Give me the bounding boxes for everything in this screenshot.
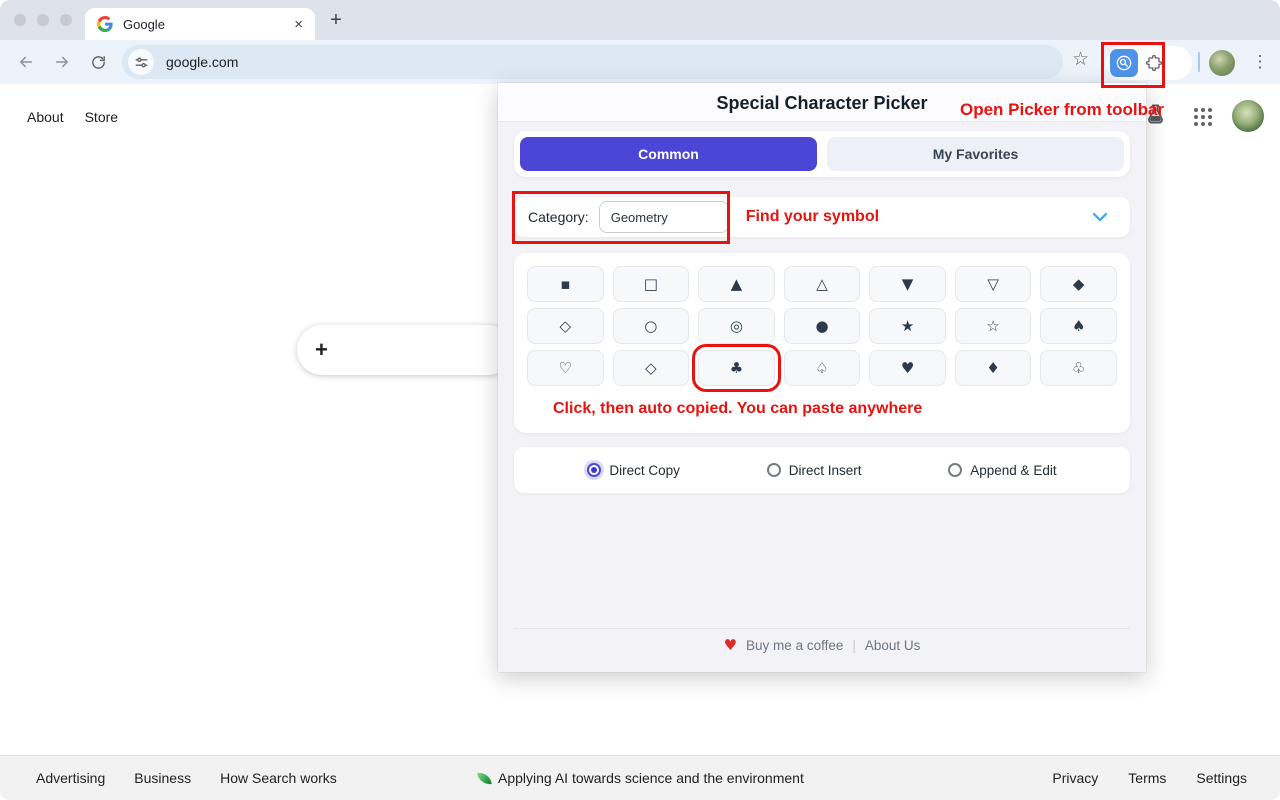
site-settings-icon[interactable]	[128, 49, 154, 75]
mode-direct-copy-label: Direct Copy	[609, 463, 680, 478]
symbol-button-club-highlighted[interactable]: ♣	[698, 350, 775, 386]
character-picker-popup: Special Character Picker Common My Favor…	[498, 83, 1146, 672]
business-link[interactable]: Business	[134, 770, 191, 786]
toolbar-divider	[1198, 52, 1200, 72]
footer-left-links: Advertising Business How Search works	[36, 770, 337, 786]
browser-window: Google × + google.com ☆	[0, 0, 1280, 800]
google-favicon	[97, 16, 113, 32]
mode-direct-insert-label: Direct Insert	[789, 463, 862, 478]
symbol-button[interactable]: ♠	[1040, 308, 1117, 344]
popup-tabs: Common My Favorites	[514, 131, 1130, 177]
symbol-button[interactable]: ▼	[869, 266, 946, 302]
page-top-nav: About Store	[27, 109, 118, 125]
climate-text[interactable]: Applying AI towards science and the envi…	[498, 770, 804, 786]
address-bar[interactable]: google.com	[122, 45, 1063, 79]
zoom-window-button[interactable]	[60, 14, 72, 26]
about-link[interactable]: About	[27, 109, 64, 125]
mode-append-edit-label: Append & Edit	[970, 463, 1056, 478]
buy-coffee-link[interactable]: Buy me a coffee	[746, 638, 843, 653]
symbol-button[interactable]: ♡	[527, 350, 604, 386]
symbol-button[interactable]: ♦	[955, 350, 1032, 386]
browser-profile-avatar[interactable]	[1209, 50, 1235, 76]
symbol-grid-card: ▪ □ ▲ △ ▼ ▽ ◆ ◇ ○ ◎ ● ★ ☆ ♠ ♡ ◇ ♣ ♤ ♥ ♦	[514, 253, 1130, 433]
symbol-button[interactable]: ▲	[698, 266, 775, 302]
chevron-down-icon[interactable]	[1092, 212, 1108, 222]
macos-traffic-lights	[14, 14, 72, 26]
symbol-button[interactable]: ♥	[869, 350, 946, 386]
mode-direct-copy[interactable]: Direct Copy	[587, 463, 680, 478]
settings-link[interactable]: Settings	[1196, 770, 1247, 786]
annotation-box-category	[512, 191, 730, 244]
tab-title: Google	[123, 17, 165, 32]
radio-append-edit[interactable]	[948, 463, 962, 477]
reload-icon[interactable]	[86, 50, 110, 74]
tab-close-icon[interactable]: ×	[294, 17, 303, 32]
symbol-button[interactable]: △	[784, 266, 861, 302]
forward-icon[interactable]	[50, 50, 74, 74]
tab-my-favorites[interactable]: My Favorites	[827, 137, 1124, 171]
popup-footer: ♥ Buy me a coffee | About Us	[498, 636, 1146, 654]
popup-footer-divider	[514, 628, 1130, 629]
symbol-button[interactable]: ○	[613, 308, 690, 344]
footer-climate-link[interactable]: Applying AI towards science and the envi…	[478, 770, 804, 786]
google-footer: Advertising Business How Search works Ap…	[0, 755, 1280, 800]
search-box[interactable]: +	[297, 325, 513, 375]
search-plus-icon[interactable]: +	[315, 339, 328, 361]
footer-right-links: Privacy Terms Settings	[1052, 770, 1247, 786]
about-us-link[interactable]: About Us	[865, 638, 921, 653]
url-text[interactable]: google.com	[166, 54, 238, 70]
minimize-window-button[interactable]	[37, 14, 49, 26]
symbol-button[interactable]: ♤	[784, 350, 861, 386]
paste-mode-bar: Direct Copy Direct Insert Append & Edit	[514, 447, 1130, 493]
tab-common[interactable]: Common	[520, 137, 817, 171]
mode-append-edit[interactable]: Append & Edit	[948, 463, 1056, 478]
mode-direct-insert[interactable]: Direct Insert	[767, 463, 862, 478]
google-account-avatar[interactable]	[1232, 100, 1264, 132]
symbol-button[interactable]: ◎	[698, 308, 775, 344]
terms-link[interactable]: Terms	[1128, 770, 1166, 786]
radio-direct-copy[interactable]	[587, 463, 601, 477]
symbol-button[interactable]: ◆	[1040, 266, 1117, 302]
tab-strip: Google × +	[0, 0, 1280, 40]
symbol-button[interactable]: ▽	[955, 266, 1032, 302]
symbol-button[interactable]: ◇	[527, 308, 604, 344]
new-tab-button[interactable]: +	[324, 8, 348, 32]
annotation-open-picker: Open Picker from toolbar	[960, 100, 1164, 120]
symbol-button[interactable]: ▪	[527, 266, 604, 302]
store-link[interactable]: Store	[85, 109, 118, 125]
annotation-copy-hint: Click, then auto copied. You can paste a…	[553, 400, 1117, 418]
symbol-button[interactable]: □	[613, 266, 690, 302]
annotation-box-toolbar-extension	[1101, 42, 1165, 88]
bookmark-star-icon[interactable]: ☆	[1072, 50, 1089, 69]
advertising-link[interactable]: Advertising	[36, 770, 105, 786]
symbol-button[interactable]: ♧	[1040, 350, 1117, 386]
symbol-grid: ▪ □ ▲ △ ▼ ▽ ◆ ◇ ○ ◎ ● ★ ☆ ♠ ♡ ◇ ♣ ♤ ♥ ♦	[527, 266, 1117, 386]
annotation-find-symbol: Find your symbol	[746, 208, 879, 226]
back-icon[interactable]	[14, 50, 38, 74]
footer-separator: |	[852, 638, 856, 653]
heart-icon: ♥	[724, 636, 737, 654]
symbol-button[interactable]: ●	[784, 308, 861, 344]
browser-tab[interactable]: Google ×	[85, 8, 315, 40]
radio-direct-insert[interactable]	[767, 463, 781, 477]
leaf-icon	[477, 771, 492, 786]
symbol-button[interactable]: ☆	[955, 308, 1032, 344]
symbol-button[interactable]: ◇	[613, 350, 690, 386]
google-apps-icon[interactable]	[1194, 108, 1212, 126]
privacy-link[interactable]: Privacy	[1052, 770, 1098, 786]
how-search-works-link[interactable]: How Search works	[220, 770, 337, 786]
close-window-button[interactable]	[14, 14, 26, 26]
symbol-button[interactable]: ★	[869, 308, 946, 344]
chrome-menu-icon[interactable]: ⋮	[1248, 50, 1272, 74]
